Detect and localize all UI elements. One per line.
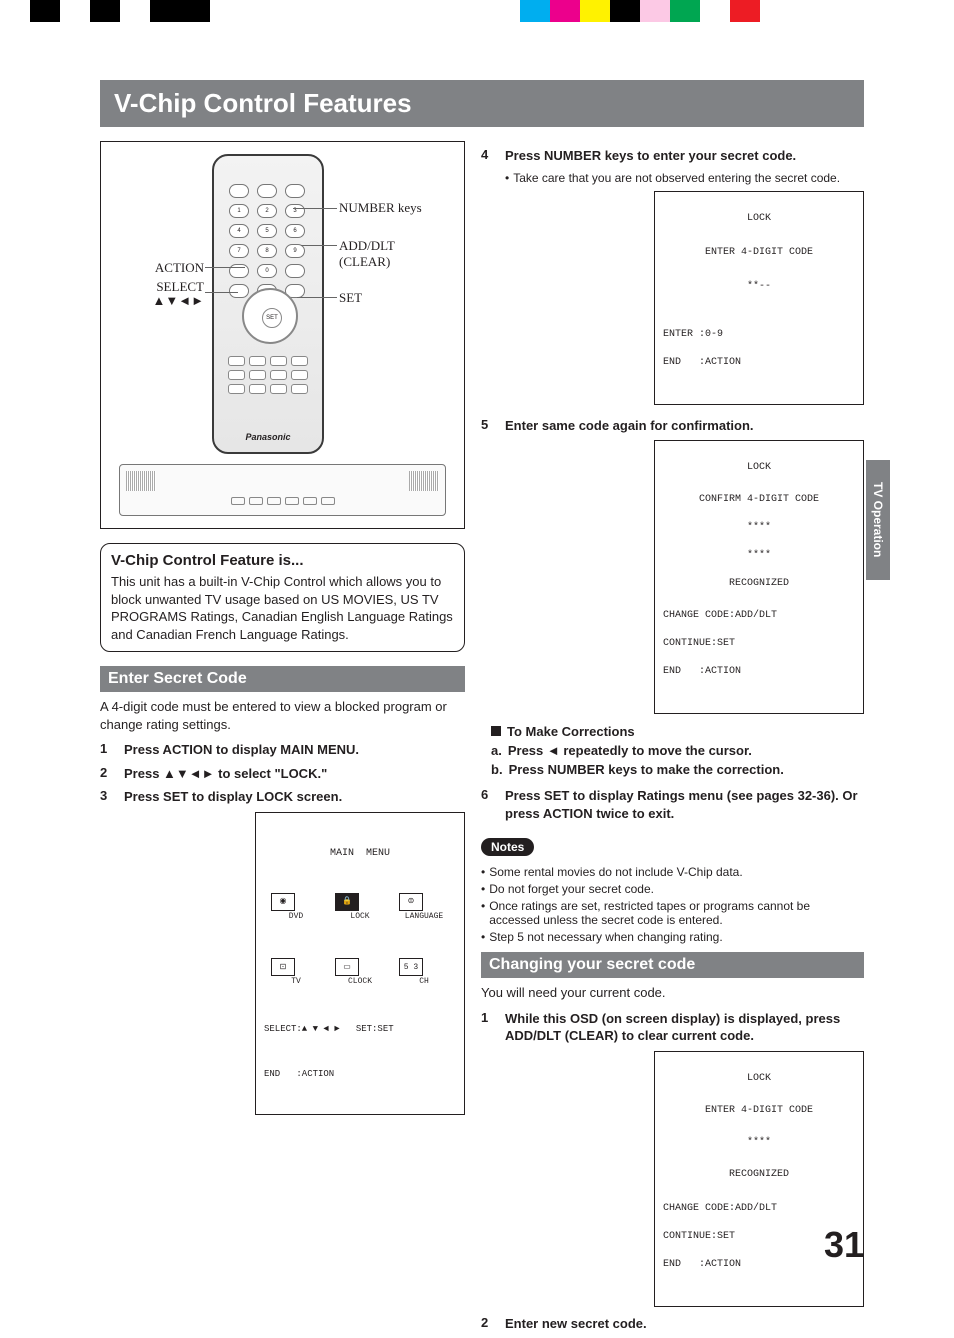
callout-select: SELECT ▲▼◄► (109, 280, 204, 309)
registration-bar-left (30, 0, 210, 22)
lock-osd-3: LOCK ENTER 4-DIGIT CODE **** RECOGNIZED … (654, 1051, 864, 1307)
callout-number-keys: NUMBER keys (339, 200, 449, 216)
remote-brand: Panasonic (214, 432, 322, 442)
lock-osd-1: LOCK ENTER 4-DIGIT CODE **-- ENTER :0-9 … (654, 191, 864, 405)
osd-footer2: END :ACTION (264, 1068, 456, 1081)
corrections-heading: To Make Corrections (491, 724, 864, 739)
enter-intro: A 4-digit code must be entered to view a… (100, 698, 465, 733)
remote-illustration: 123 456 789 0 SET Panasonic (100, 141, 465, 529)
callout-select-arrows: ▲▼◄► (153, 293, 204, 308)
correction-a: a.Press ◄ repeatedly to move the cursor. (491, 743, 864, 758)
step-2: 2Press ▲▼◄► to select "LOCK." (100, 765, 465, 783)
page-content: V-Chip Control Features 123 456 789 0 SE… (100, 80, 864, 1234)
section-enter-code: Enter Secret Code (100, 666, 465, 692)
notes-list: •Some rental movies do not include V-Chi… (481, 865, 864, 944)
clock-icon: ▭ (335, 958, 359, 976)
change-step-1: 1While this OSD (on screen display) is d… (481, 1010, 864, 1045)
ch-icon: 5 3 (399, 958, 423, 976)
tv-unit-icon (119, 464, 446, 516)
language-icon: ⊜ (399, 893, 423, 911)
step-5: 5Enter same code again for confirmation. (481, 417, 864, 435)
callout-add-dlt: ADD/DLT (CLEAR) (339, 238, 449, 270)
left-steps: 1Press ACTION to display MAIN MENU. 2Pre… (100, 741, 465, 806)
step-4-sub: •Take care that you are not observed ent… (505, 171, 864, 185)
step-4: 4Press NUMBER keys to enter your secret … (481, 147, 864, 165)
callout-select-label: SELECT (156, 279, 204, 294)
notes-label: Notes (481, 838, 534, 856)
step-3: 3Press SET to display LOCK screen. (100, 788, 465, 806)
lock-osd-2: LOCK CONFIRM 4-DIGIT CODE **** **** RECO… (654, 440, 864, 714)
lock-icon: 🔒 (335, 893, 359, 911)
side-tab: TV Operation (866, 460, 890, 580)
tv-icon: ⊡ (271, 958, 295, 976)
callout-set: SET (339, 290, 449, 306)
osd-footer1: SELECT:▲ ▼ ◄ ► SET:SET (264, 1023, 456, 1036)
callout-action: ACTION (109, 260, 204, 276)
osd-title: MAIN MENU (264, 847, 456, 861)
vchip-info-box: V-Chip Control Feature is... This unit h… (100, 543, 465, 652)
dvd-icon: ◉ (271, 893, 295, 911)
correction-b: b.Press NUMBER keys to make the correcti… (491, 762, 864, 777)
info-heading: V-Chip Control Feature is... (111, 552, 454, 569)
page-title: V-Chip Control Features (100, 80, 864, 127)
info-body: This unit has a built-in V-Chip Control … (111, 573, 454, 643)
section-change-code: Changing your secret code (481, 952, 864, 978)
change-step-2: 2Enter new secret code. (481, 1315, 864, 1333)
change-intro: You will need your current code. (481, 984, 864, 1002)
page-number: 31 (824, 1224, 864, 1266)
remote-control-icon: 123 456 789 0 SET Panasonic (212, 154, 324, 454)
step-6: 6Press SET to display Ratings menu (see … (481, 787, 864, 822)
step-1: 1Press ACTION to display MAIN MENU. (100, 741, 465, 759)
registration-bar-right (520, 0, 760, 22)
main-menu-osd: MAIN MENU ◉DVD 🔒LOCK ⊜LANGUAGE ⊡TV ▭CLOC… (255, 812, 465, 1116)
